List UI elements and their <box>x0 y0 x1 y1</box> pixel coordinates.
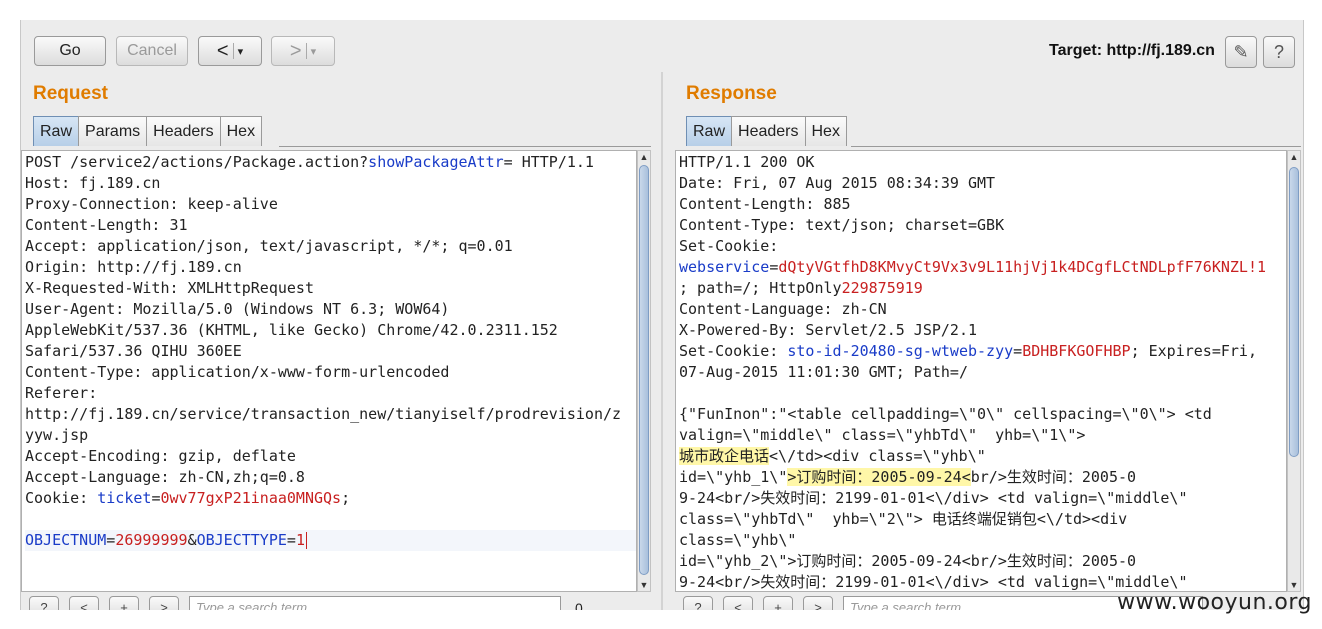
edit-target-button[interactable]: ✎ <box>1225 36 1257 68</box>
code-line: Accept-Encoding: gzip, deflate <box>25 447 296 465</box>
code-line: Set-Cookie: <box>679 237 779 255</box>
code-line: class=\"yhb\" <box>679 531 797 549</box>
code-line: POST /service2/actions/Package.action?sh… <box>25 153 594 171</box>
code-line: OBJECTNUM=26999999&OBJECTTYPE=1 <box>25 530 636 551</box>
tab-hex[interactable]: Hex <box>219 116 263 146</box>
tab-raw[interactable]: Raw <box>33 116 80 146</box>
code-line: ; path=/; HttpOnly229875919 <box>679 279 923 297</box>
help-icon: ? <box>1273 41 1284 62</box>
code-line: id=\"yhb_2\">订购时间：2005-09-24<br/>生效时间：20… <box>679 552 1137 570</box>
code-line: Safari/537.36 QIHU 360EE <box>25 342 242 360</box>
back-dropdown-icon[interactable]: ▾ <box>238 45 244 58</box>
code-line: X-Requested-With: XMLHttpRequest <box>25 279 314 297</box>
code-line: Origin: http://fj.189.cn <box>25 258 242 276</box>
match-count: 0 matches <box>575 600 583 610</box>
search-next-button[interactable]: > <box>149 596 179 610</box>
code-line: Content-Length: 885 <box>679 195 851 213</box>
response-title: Response <box>686 83 777 104</box>
code-line: 9-24<br/>失效时间：2199-01-01<\/div> <td vali… <box>679 489 1188 507</box>
code-line: Content-Length: 31 <box>25 216 188 234</box>
watermark: www.wooyun.org <box>1117 590 1312 615</box>
search-help-button[interactable]: ? <box>683 596 713 610</box>
code-line: Content-Type: application/x-www-form-url… <box>25 363 450 381</box>
code-line: Date: Fri, 07 Aug 2015 08:34:39 GMT <box>679 174 996 192</box>
code-line: HTTP/1.1 200 OK <box>679 153 815 171</box>
request-editor[interactable]: POST /service2/actions/Package.action?sh… <box>21 150 637 592</box>
tab-raw[interactable]: Raw <box>686 116 733 146</box>
response-scrollbar[interactable]: ▲ ▼ <box>1287 150 1301 592</box>
help-button[interactable]: ? <box>1263 36 1295 68</box>
repeater-window: Go Cancel < ▾ > ▾ Target: http://fj.189.cn… <box>20 20 1304 610</box>
search-input[interactable]: Type a search term <box>189 596 561 610</box>
code-line: Content-Type: text/json; charset=GBK <box>679 216 1005 234</box>
tab-headers[interactable]: Headers <box>146 116 221 146</box>
code-line: Content-Language: zh-CN <box>679 300 887 318</box>
code-line: 07-Aug-2015 11:01:30 GMT; Path=/ <box>679 363 968 381</box>
code-line: Accept: application/json, text/javascrip… <box>25 237 513 255</box>
target-label: Target: http://fj.189.cn <box>1049 42 1215 59</box>
code-line: Host: fj.189.cn <box>25 174 161 192</box>
pane-divider[interactable] <box>661 72 663 610</box>
search-help-button[interactable]: ? <box>29 596 59 610</box>
forward-button[interactable]: > ▾ <box>271 36 335 66</box>
code-line: 城市政企电话<\/td><div class=\"yhb\" <box>679 447 986 465</box>
code-line: User-Agent: Mozilla/5.0 (Windows NT 6.3;… <box>25 300 450 318</box>
code-line: http://fj.189.cn/service/transaction_new… <box>25 405 622 423</box>
code-line: yyw.jsp <box>25 426 89 444</box>
search-prev-button[interactable]: < <box>723 596 753 610</box>
search-add-button[interactable]: + <box>109 596 139 610</box>
scroll-down-icon[interactable]: ▼ <box>638 579 650 591</box>
code-line: Referer: <box>25 384 98 402</box>
tab-hex[interactable]: Hex <box>804 116 847 146</box>
scroll-up-icon[interactable]: ▲ <box>638 151 650 163</box>
code-line: class=\"yhbTd\" yhb=\"2\"> 电话终端促销包<\/td>… <box>679 510 1128 528</box>
request-tabs: Raw Params Headers Hex <box>33 116 263 146</box>
request-scrollbar[interactable]: ▲ ▼ <box>637 150 651 592</box>
go-button[interactable]: Go <box>34 36 106 66</box>
code-line: 9-24<br/>失效时间：2199-01-01<\/div> <td vali… <box>679 573 1188 591</box>
scroll-thumb[interactable] <box>639 165 649 575</box>
scroll-up-icon[interactable]: ▲ <box>1288 151 1300 163</box>
forward-dropdown-icon[interactable]: ▾ <box>311 45 317 58</box>
search-next-button[interactable]: > <box>803 596 833 610</box>
code-line: webservice=dQtyVGtfhD8KMvyCt9Vx3v9L11hjV… <box>679 258 1267 276</box>
code-line: Proxy-Connection: keep-alive <box>25 195 278 213</box>
code-line: Accept-Language: zh-CN,zh;q=0.8 <box>25 468 305 486</box>
response-editor[interactable]: HTTP/1.1 200 OK Date: Fri, 07 Aug 2015 08… <box>675 150 1287 592</box>
scroll-thumb[interactable] <box>1289 167 1299 457</box>
response-tabs: Raw Headers Hex <box>686 116 847 146</box>
request-title: Request <box>33 83 108 104</box>
search-add-button[interactable]: + <box>763 596 793 610</box>
code-line: Set-Cookie: sto-id-20480-sg-wtweb-zyy=BD… <box>679 342 1257 360</box>
code-line: {"FunInon":"<table cellpadding=\"0\" cel… <box>679 405 1212 423</box>
cancel-button[interactable]: Cancel <box>116 36 188 66</box>
tab-params[interactable]: Params <box>78 116 148 146</box>
code-line: X-Powered-By: Servlet/2.5 JSP/2.1 <box>679 321 978 339</box>
back-button[interactable]: < ▾ <box>198 36 262 66</box>
pencil-icon: ✎ <box>1233 41 1249 62</box>
tab-headers[interactable]: Headers <box>731 116 806 146</box>
code-line: AppleWebKit/537.36 (KHTML, like Gecko) C… <box>25 321 558 339</box>
text-cursor <box>305 532 307 549</box>
search-prev-button[interactable]: < <box>69 596 99 610</box>
code-line: valign=\"middle\" class=\"yhbTd\" yhb=\"… <box>679 426 1086 444</box>
code-line: Cookie: ticket=0wv77gxP21inaa0MNGQs; <box>25 489 351 507</box>
code-line: id=\"yhb_1\">订购时间：2005-09-24<br/>生效时间：20… <box>679 468 1137 486</box>
